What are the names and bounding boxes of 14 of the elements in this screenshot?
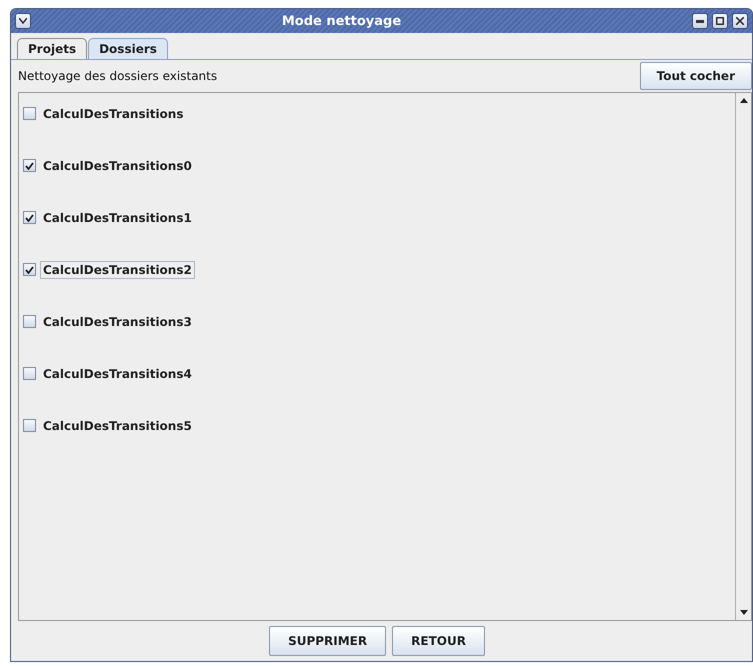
delete-button[interactable]: SUPPRIMER — [269, 626, 386, 656]
tab[interactable]: Projets — [17, 38, 88, 59]
check-all-button[interactable]: Tout cocher — [640, 62, 752, 90]
folder-label[interactable]: CalculDesTransitions2 — [40, 260, 195, 278]
section-label: Nettoyage des dossiers existants — [18, 69, 218, 83]
folder-label[interactable]: CalculDesTransitions4 — [40, 364, 195, 382]
folder-label[interactable]: CalculDesTransitions0 — [40, 156, 195, 174]
folder-label[interactable]: CalculDesTransitions3 — [40, 312, 195, 330]
folder-label[interactable]: CalculDesTransitions — [40, 104, 186, 122]
window-title: Mode nettoyage — [280, 14, 402, 28]
back-button[interactable]: RETOUR — [392, 626, 485, 656]
tab[interactable]: Dossiers — [88, 38, 168, 59]
folder-label[interactable]: CalculDesTransitions1 — [40, 208, 195, 226]
folder-label[interactable]: CalculDesTransitions5 — [40, 416, 195, 434]
